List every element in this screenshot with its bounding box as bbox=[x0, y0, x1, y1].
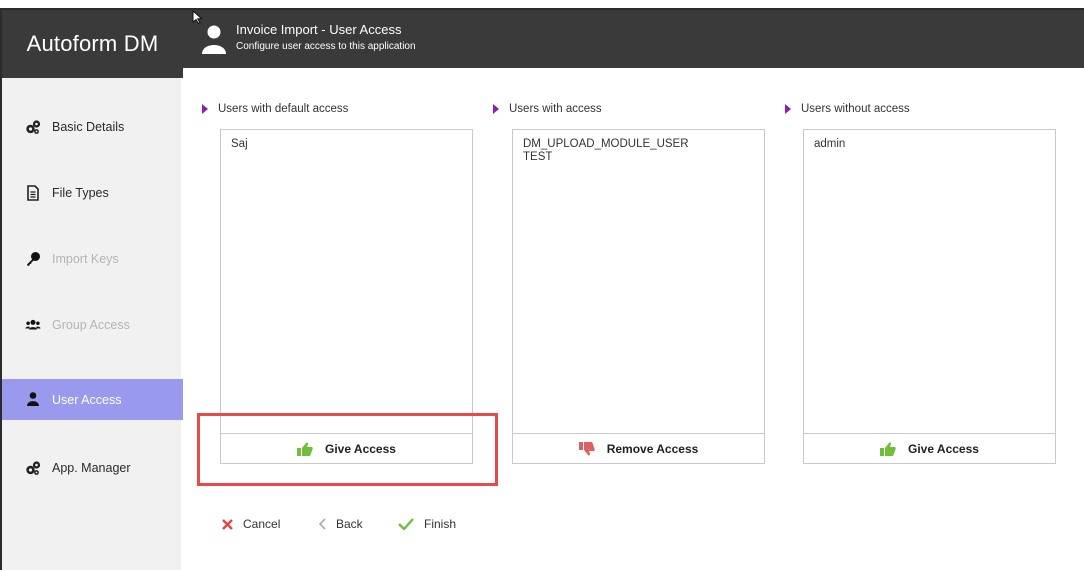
sidebar-item-label: Group Access bbox=[52, 317, 130, 332]
app-brand: Autoform DM bbox=[2, 10, 183, 78]
button-label: Finish bbox=[424, 517, 457, 531]
button-label: Give Access bbox=[908, 441, 979, 456]
button-label: Cancel bbox=[243, 517, 281, 531]
give-access-button-without[interactable]: Give Access bbox=[803, 433, 1056, 464]
chevron-left-icon bbox=[318, 518, 326, 530]
page-title: Invoice Import - User Access bbox=[236, 22, 402, 37]
cogs-icon bbox=[26, 120, 41, 134]
button-label: Back bbox=[336, 517, 363, 531]
caret-right-icon bbox=[493, 104, 499, 114]
sidebar-item-group-access[interactable]: Group Access bbox=[2, 304, 183, 345]
column-title-label: Users with access bbox=[509, 103, 602, 115]
cogs-icon bbox=[26, 461, 41, 475]
list-item[interactable]: admin bbox=[814, 138, 1045, 151]
sidebar-item-import-keys[interactable]: Import Keys bbox=[2, 238, 183, 279]
highlight-box bbox=[197, 413, 498, 486]
document-icon bbox=[27, 185, 39, 201]
without-access-list[interactable]: admin bbox=[803, 129, 1056, 434]
back-button[interactable]: Back bbox=[318, 517, 363, 531]
checkmark-icon bbox=[398, 518, 414, 530]
sidebar: Autoform DM Basic Details File Types Imp… bbox=[0, 10, 183, 570]
finish-button[interactable]: Finish bbox=[398, 517, 456, 531]
cancel-button[interactable]: Cancel bbox=[222, 517, 280, 531]
sidebar-item-label: File Types bbox=[52, 185, 109, 200]
thumbs-down-icon bbox=[578, 441, 595, 456]
column-title-default-access: Users with default access bbox=[202, 103, 348, 115]
caret-right-icon bbox=[785, 104, 791, 114]
default-access-list[interactable]: Saj bbox=[220, 129, 473, 434]
sidebar-item-label: User Access bbox=[52, 392, 122, 407]
sidebar-item-file-types[interactable]: File Types bbox=[2, 172, 183, 213]
users-icon bbox=[25, 319, 41, 330]
column-title-label: Users without access bbox=[801, 103, 910, 115]
sidebar-item-label: Import Keys bbox=[52, 251, 119, 266]
sidebar-item-label: App. Manager bbox=[52, 460, 131, 475]
column-title-without-access: Users without access bbox=[785, 103, 910, 115]
list-item[interactable]: Saj bbox=[231, 138, 462, 151]
thumbs-up-icon bbox=[880, 441, 896, 456]
sidebar-item-label: Basic Details bbox=[52, 119, 125, 134]
user-icon bbox=[202, 25, 226, 54]
page-header: Invoice Import - User Access Configure u… bbox=[181, 10, 1084, 68]
column-title-with-access: Users with access bbox=[493, 103, 602, 115]
sidebar-item-user-access[interactable]: User Access bbox=[2, 379, 183, 420]
sidebar-item-basic-details[interactable]: Basic Details bbox=[2, 106, 183, 147]
mouse-cursor-icon bbox=[192, 10, 203, 24]
caret-right-icon bbox=[202, 104, 208, 114]
key-icon bbox=[27, 252, 40, 266]
list-item[interactable]: TEST bbox=[523, 151, 754, 164]
button-label: Remove Access bbox=[606, 441, 699, 456]
user-icon bbox=[27, 392, 39, 406]
list-item[interactable]: DM_UPLOAD_MODULE_USER bbox=[523, 138, 754, 151]
sidebar-item-app-manager[interactable]: App. Manager bbox=[2, 447, 183, 488]
column-title-label: Users with default access bbox=[218, 103, 349, 115]
with-access-list[interactable]: DM_UPLOAD_MODULE_USER TEST bbox=[512, 129, 765, 434]
page-subtitle: Configure user access to this applicatio… bbox=[236, 41, 416, 52]
close-icon bbox=[222, 518, 233, 530]
remove-access-button[interactable]: Remove Access bbox=[512, 433, 765, 464]
